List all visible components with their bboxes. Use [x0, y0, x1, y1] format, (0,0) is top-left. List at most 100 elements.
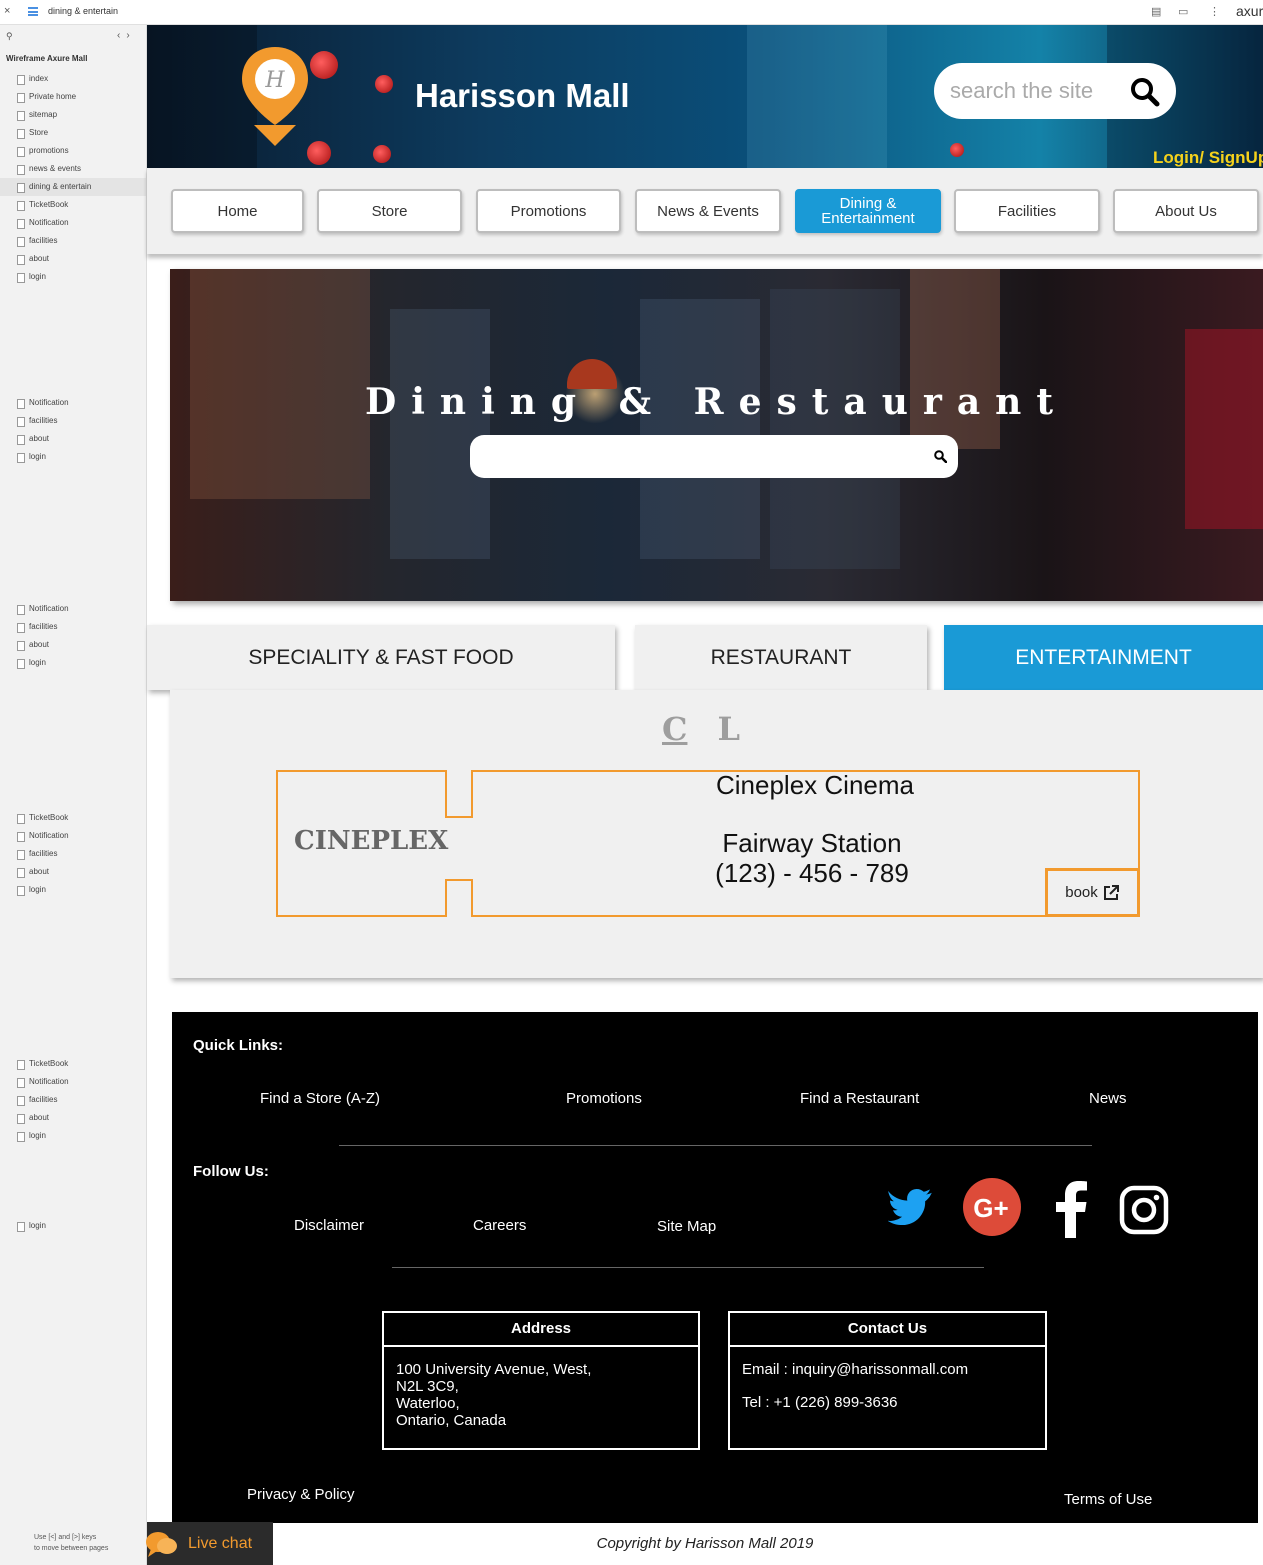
- footer-link-careers[interactable]: Careers: [473, 1217, 526, 1234]
- sidebar-page-link[interactable]: about: [0, 250, 146, 268]
- listing-name: Cineplex Cinema: [716, 770, 914, 800]
- footer-divider: [392, 1267, 984, 1268]
- main-nav: Home Store Promotions News & Events Dini…: [147, 168, 1263, 254]
- close-icon[interactable]: ×: [4, 5, 10, 17]
- comment-icon[interactable]: ▭: [1178, 5, 1188, 18]
- sidebar-page-link[interactable]: login: [0, 881, 146, 899]
- dining-banner: Dining & Restaurant: [170, 269, 1263, 601]
- footer-link-promotions[interactable]: Promotions: [566, 1090, 642, 1107]
- axure-brand: axur: [1236, 3, 1263, 19]
- sidebar-page-link[interactable]: news & events: [0, 160, 146, 178]
- contact-body: Email : inquiry@harissonmall.com Tel : +…: [730, 1347, 1045, 1411]
- sidebar-page-link[interactable]: about: [0, 1109, 146, 1127]
- sidebar-page-link[interactable]: promotions: [0, 142, 146, 160]
- sidebar-page-link[interactable]: facilities: [0, 618, 146, 636]
- live-chat-label: Live chat: [188, 1534, 253, 1552]
- svg-text:H: H: [264, 68, 285, 93]
- privacy-policy-link[interactable]: Privacy & Policy: [247, 1486, 355, 1503]
- footer-link-sitemap[interactable]: Site Map: [657, 1218, 716, 1235]
- address-body: 100 University Avenue, West, N2L 3C9, Wa…: [396, 1361, 592, 1429]
- sidebar-page-link[interactable]: about: [0, 636, 146, 654]
- sidebar-hint: Use [<] and [>] keys to move between pag…: [34, 1534, 109, 1552]
- sidebar-nav-arrows[interactable]: ‹›: [117, 30, 136, 41]
- nav-home[interactable]: Home: [171, 189, 304, 233]
- letter-filter-c[interactable]: C: [662, 710, 687, 748]
- sidebar-page-link[interactable]: about: [0, 863, 146, 881]
- sidebar-page-link[interactable]: facilities: [0, 232, 146, 250]
- sidebar-page-link[interactable]: dining & entertain: [0, 178, 146, 196]
- sidebar-page-link[interactable]: Notification: [0, 394, 146, 412]
- instagram-icon[interactable]: [1119, 1185, 1169, 1235]
- footer-link-find-store[interactable]: Find a Store (A-Z): [260, 1090, 380, 1107]
- footer-link-news[interactable]: News: [1089, 1090, 1127, 1107]
- tab-entertainment[interactable]: ENTERTAINMENT: [944, 625, 1263, 690]
- contact-email[interactable]: Email : inquiry@harissonmall.com: [742, 1361, 1033, 1378]
- live-chat-button[interactable]: Live chat: [146, 1522, 273, 1565]
- more-icon[interactable]: ⋮: [1209, 5, 1220, 18]
- sidebar-page-link[interactable]: facilities: [0, 1091, 146, 1109]
- alpha-filter: CL: [662, 710, 770, 748]
- login-signup-link[interactable]: Login/ SignUp: [1153, 148, 1263, 168]
- tab-restaurant[interactable]: RESTAURANT: [635, 625, 927, 690]
- contact-box: Contact Us Email : inquiry@harissonmall.…: [728, 1311, 1047, 1450]
- sidebar-page-link[interactable]: TicketBook: [0, 196, 146, 214]
- listing-panel: CL CINEPLEX Cineplex Cinema Fairway Stat…: [170, 690, 1263, 978]
- notes-icon[interactable]: ▤: [1151, 5, 1161, 18]
- sidebar-page-link[interactable]: Notification: [0, 600, 146, 618]
- sidebar-page-link[interactable]: index: [0, 70, 146, 88]
- search-icon[interactable]: ⚲: [6, 31, 13, 42]
- nav-dining-entertainment[interactable]: Dining & Entertainment: [795, 189, 941, 233]
- site-search-box: [934, 63, 1176, 119]
- contact-tel[interactable]: Tel : +1 (226) 899-3636: [742, 1394, 1033, 1411]
- main-content: H Harisson Mall Login/ SignUp Home Store…: [147, 25, 1263, 1565]
- book-button[interactable]: book: [1045, 868, 1140, 917]
- page-sidebar: ⚲ ‹› Wireframe Axure Mall index Private h…: [0, 25, 147, 1565]
- sidebar-page-link[interactable]: login: [0, 1127, 146, 1145]
- sidebar-page-link[interactable]: login: [0, 1217, 146, 1235]
- sidebar-page-link[interactable]: Notification: [0, 827, 146, 845]
- quick-links-title: Quick Links:: [193, 1037, 284, 1054]
- sidebar-page-link[interactable]: login: [0, 654, 146, 672]
- sidebar-page-link[interactable]: Store: [0, 124, 146, 142]
- contact-title: Contact Us: [730, 1313, 1045, 1347]
- letter-filter-l[interactable]: L: [717, 710, 740, 748]
- sidebar-page-link[interactable]: TicketBook: [0, 809, 146, 827]
- nav-store[interactable]: Store: [317, 189, 462, 233]
- menu-icon[interactable]: [28, 7, 38, 16]
- footer-link-disclaimer[interactable]: Disclaimer: [294, 1217, 364, 1234]
- nav-about-us[interactable]: About Us: [1113, 189, 1259, 233]
- address-title: Address: [384, 1313, 698, 1347]
- restaurant-search-input[interactable]: [470, 435, 958, 478]
- terms-of-use-link[interactable]: Terms of Use: [1064, 1491, 1152, 1508]
- project-title: Wireframe Axure Mall: [6, 54, 88, 63]
- mall-logo[interactable]: H: [240, 45, 310, 147]
- sidebar-page-link[interactable]: about: [0, 430, 146, 448]
- chat-bubble-icon: [146, 1531, 177, 1557]
- site-search-input[interactable]: [950, 77, 1120, 105]
- banner-title: Dining & Restaurant: [365, 381, 1068, 423]
- footer-link-find-restaurant[interactable]: Find a Restaurant: [800, 1090, 919, 1107]
- sidebar-page-link[interactable]: Private home: [0, 88, 146, 106]
- top-toolbar: × dining & entertain ▤ ▭ ⋮ axur: [0, 0, 1263, 25]
- nav-promotions[interactable]: Promotions: [476, 189, 621, 233]
- search-icon[interactable]: [934, 450, 947, 463]
- search-icon[interactable]: [1130, 77, 1160, 107]
- nav-news-events[interactable]: News & Events: [635, 189, 781, 233]
- nav-facilities[interactable]: Facilities: [954, 189, 1100, 233]
- tab-speciality-fast-food[interactable]: SPECIALITY & FAST FOOD: [147, 625, 615, 690]
- google-plus-icon[interactable]: G+: [962, 1177, 1022, 1237]
- sidebar-page-link[interactable]: Notification: [0, 214, 146, 232]
- facebook-icon[interactable]: [1050, 1178, 1090, 1238]
- sidebar-page-link[interactable]: TicketBook: [0, 1055, 146, 1073]
- twitter-icon[interactable]: [888, 1188, 934, 1228]
- sidebar-page-link[interactable]: sitemap: [0, 106, 146, 124]
- sidebar-page-link[interactable]: login: [0, 448, 146, 466]
- sidebar-page-link[interactable]: facilities: [0, 845, 146, 863]
- listing-location: Fairway Station (123) - 456 - 789: [572, 828, 1052, 888]
- listing-phone: (123) - 456 - 789: [715, 858, 909, 888]
- sidebar-page-link[interactable]: login: [0, 268, 146, 286]
- sidebar-page-link[interactable]: facilities: [0, 412, 146, 430]
- site-footer: Quick Links: Find a Store (A-Z) Promotio…: [172, 1012, 1258, 1523]
- hero-header: H Harisson Mall Login/ SignUp: [147, 25, 1263, 168]
- sidebar-page-link[interactable]: Notification: [0, 1073, 146, 1091]
